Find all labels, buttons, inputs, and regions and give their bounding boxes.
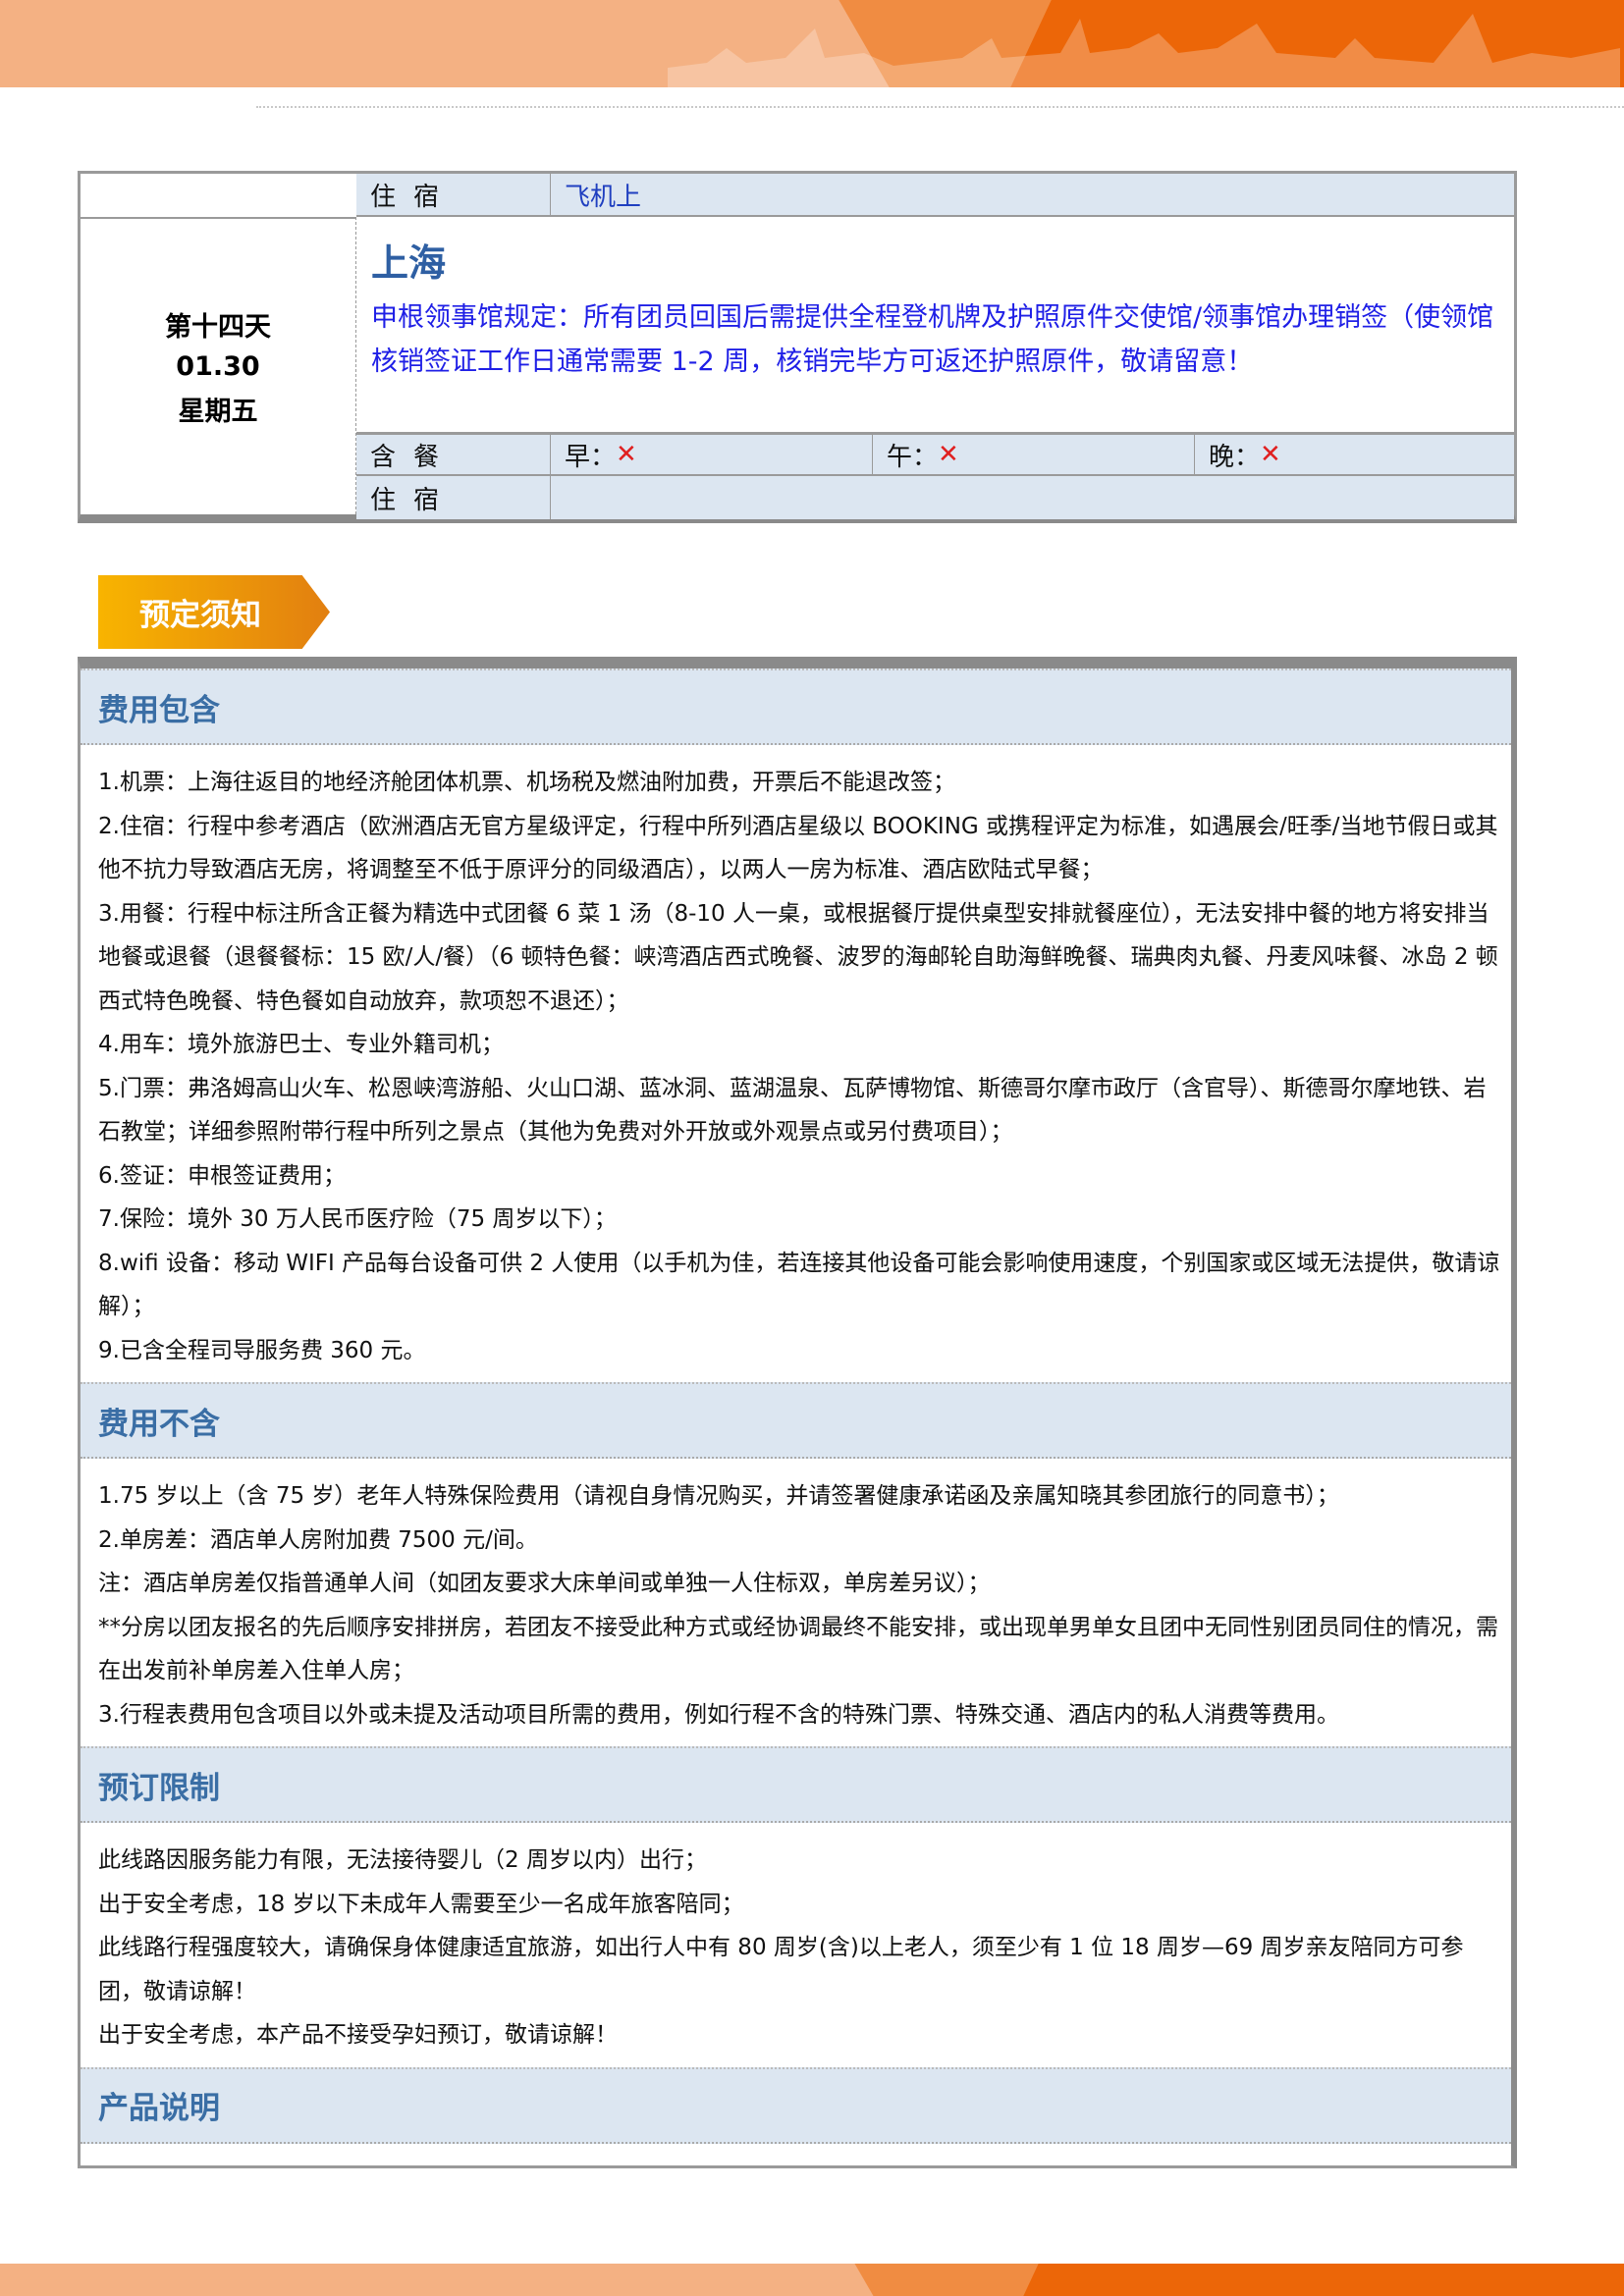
meals-label: 含餐 <box>356 432 550 476</box>
breakfast-label: 早： <box>565 437 616 473</box>
section-fee-excluded: 费用不含 1.75 岁以上（含 75 岁）老年人特殊保险费用（请视自身情况购买，并… <box>81 1382 1511 1746</box>
section-body: 1.75 岁以上（含 75 岁）老年人特殊保险费用（请视自身情况购买，并请签署健… <box>81 1459 1511 1746</box>
list-item: 1.机票：上海往返目的地经济舱团体机票、机场税及燃油附加费，开票后不能退改签； <box>98 761 1503 805</box>
itinerary-day-table: 住宿 飞机上 第十四天 01.30 星期五 上海 申根领事馆规定：所有团员回国后… <box>78 171 1517 523</box>
list-item: 注：酒店单房差仅指普通单人间（如团友要求大床单间或单独一人住标双，单房差另议）； <box>98 1562 1503 1606</box>
day-weekday: 星期五 <box>179 390 258 428</box>
lunch-label: 午： <box>887 437 938 473</box>
list-item: 出于安全考虑，本产品不接受孕妇预订，敬请谅解！ <box>98 2013 1503 2057</box>
breakfast-cell: 早：✕ <box>550 432 872 476</box>
footer-banner <box>0 2264 1624 2296</box>
lodging-label: 住宿 <box>356 476 550 519</box>
section-title: 产品说明 <box>81 2067 1511 2144</box>
list-item: 2.住宿：行程中参考酒店（欧洲酒店无官方星级评定，行程中所列酒店星级以 BOOK… <box>98 805 1503 892</box>
day-info: 第十四天 01.30 星期五 <box>81 217 356 514</box>
section-product-description: 产品说明 <box>81 2067 1511 2144</box>
header-divider <box>256 106 1624 108</box>
list-item: 6.签证：申根签证费用； <box>98 1154 1503 1199</box>
list-item: 8.wifi 设备：移动 WIFI 产品每台设备可供 2 人使用（以手机为佳，若… <box>98 1242 1503 1329</box>
list-item: 出于安全考虑，18 岁以下未成年人需要至少一名成年旅客陪同； <box>98 1883 1503 1927</box>
list-item: 1.75 岁以上（含 75 岁）老年人特殊保险费用（请视自身情况购买，并请签署健… <box>98 1474 1503 1519</box>
header-banner <box>0 0 1624 87</box>
section-booking-restrictions: 预订限制此线路因服务能力有限，无法接待婴儿（2 周岁以内）出行；出于安全考虑，1… <box>81 1746 1511 2067</box>
city-skyline-icon <box>668 9 1620 87</box>
list-item: 3.行程表费用包含项目以外或未提及活动项目所需的费用，例如行程不含的特殊门票、特… <box>98 1693 1503 1737</box>
list-item: 7.保险：境外 30 万人民币医疗险（75 周岁以下）； <box>98 1198 1503 1242</box>
day-date: 01.30 <box>176 351 259 382</box>
list-item: 此线路行程强度较大，请确保身体健康适宜旅游，如出行人中有 80 周岁(含)以上老… <box>98 1926 1503 2013</box>
section-title: 预订限制 <box>81 1746 1511 1823</box>
lodging-value <box>550 476 1514 519</box>
prev-lodging-value: 飞机上 <box>550 174 1514 217</box>
section-title: 费用不含 <box>81 1382 1511 1459</box>
section-title: 费用包含 <box>81 668 1511 745</box>
list-item: 2.单房差：酒店单人房附加费 7500 元/间。 <box>98 1519 1503 1563</box>
list-item: 4.用车：境外旅游巴士、专业外籍司机； <box>98 1023 1503 1067</box>
city-title: 上海 <box>371 233 446 287</box>
list-item: 5.门票：弗洛姆高山火车、松恩峡湾游船、火山口湖、蓝冰洞、蓝湖温泉、瓦萨博物馆、… <box>98 1067 1503 1154</box>
list-item: **分房以团友报名的先后顺序安排拼房，若团友不接受此种方式或经协调最终不能安排，… <box>98 1606 1503 1693</box>
cross-icon: ✕ <box>616 440 637 469</box>
dinner-label: 晚： <box>1209 437 1260 473</box>
dinner-cell: 晚：✕ <box>1194 432 1514 476</box>
list-item: 9.已含全程司导服务费 360 元。 <box>98 1329 1503 1373</box>
section-body: 此线路因服务能力有限，无法接待婴儿（2 周岁以内）出行；出于安全考虑，18 岁以… <box>81 1823 1511 2067</box>
list-item: 此线路因服务能力有限，无法接待婴儿（2 周岁以内）出行； <box>98 1839 1503 1883</box>
cross-icon: ✕ <box>938 440 959 469</box>
booking-notice-box: 费用包含1.机票：上海往返目的地经济舱团体机票、机场税及燃油附加费，开票后不能退… <box>78 657 1517 2168</box>
section-fee-included: 费用包含1.机票：上海往返目的地经济舱团体机票、机场税及燃油附加费，开票后不能退… <box>81 668 1511 1382</box>
booking-notice-badge: 预定须知 <box>98 575 330 649</box>
list-item: 3.用餐：行程中标注所含正餐为精选中式团餐 6 菜 1 汤（8-10 人一桌，或… <box>98 892 1503 1024</box>
day-number: 第十四天 <box>165 305 271 344</box>
lunch-cell: 午：✕ <box>872 432 1194 476</box>
prev-lodging-label: 住宿 <box>356 174 550 217</box>
section-body: 1.机票：上海往返目的地经济舱团体机票、机场税及燃油附加费，开票后不能退改签；2… <box>81 745 1511 1382</box>
consulate-notice: 申根领事馆规定：所有团员回国后需提供全程登机牌及护照原件交使馆/领事馆办理销签（… <box>371 295 1510 384</box>
cross-icon: ✕ <box>1260 440 1281 469</box>
